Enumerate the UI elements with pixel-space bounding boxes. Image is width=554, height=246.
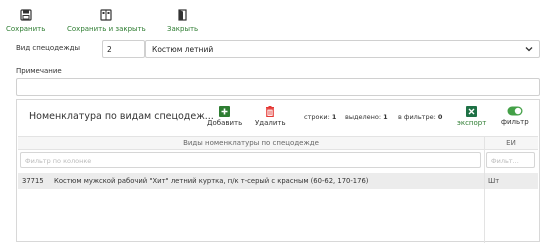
export-button[interactable]: экспорт [457, 106, 486, 127]
save-label: Сохранить [6, 25, 46, 33]
note-field[interactable] [16, 78, 540, 96]
table-row[interactable]: 37715 Костюм мужской рабочий "Хит" летни… [18, 173, 538, 189]
save-button[interactable]: Сохранить [6, 9, 45, 33]
filtered-count-status: в фильтре: 0 [398, 113, 443, 121]
filter-input-unit[interactable]: Фильт... [486, 152, 535, 168]
export-label: экспорт [457, 119, 487, 127]
save-and-close-label: Сохранить и закрыть [67, 25, 146, 33]
column-divider [484, 136, 485, 243]
row-unit: Шт [488, 177, 500, 185]
add-button[interactable]: Добавить [207, 106, 242, 127]
grid-header: Виды номенклатуры по спецодежде ЕИ [18, 136, 538, 150]
close-button[interactable]: Закрыть [167, 9, 198, 33]
rows-count-status: строки: 1 [304, 113, 337, 121]
door-close-icon [177, 9, 187, 21]
save-and-close-button[interactable]: Сохранить и закрыть [67, 9, 146, 33]
workwear-type-label: Вид спецодежды [16, 44, 81, 52]
filter-input-nomenclature[interactable]: Фильтр по колонке [20, 152, 481, 168]
excel-icon [466, 106, 478, 117]
note-label: Примечание [16, 67, 62, 75]
filter-label: фильтр [501, 118, 529, 126]
plus-icon [219, 106, 231, 117]
panel-header: Номенклатура по видам спецодеж... Добави… [17, 100, 539, 134]
workwear-type-value: Костюм летний [152, 45, 214, 54]
filter-row: Фильтр по колонке Фильт... [18, 151, 538, 171]
nomenclature-panel: Номенклатура по видам спецодеж... Добави… [16, 99, 540, 243]
floppy-disk-icon [20, 9, 32, 21]
chevron-down-icon[interactable] [524, 44, 534, 54]
workwear-type-row: Вид спецодежды 2 Костюм летний [16, 40, 540, 58]
row-name: Костюм мужской рабочий "Хит" летний курт… [54, 177, 369, 185]
column-header-nomenclature[interactable]: Виды номенклатуры по спецодежде [18, 139, 484, 147]
trash-icon [266, 106, 275, 117]
toggle-switch-icon [507, 106, 523, 116]
close-label: Закрыть [167, 25, 199, 33]
filter-toggle[interactable]: фильтр [501, 106, 529, 126]
delete-label: Удалить [255, 119, 286, 127]
add-label: Добавить [207, 119, 243, 127]
toolbar: Сохранить Сохранить и закрыть Закрыть [0, 0, 554, 38]
workwear-type-code-field[interactable]: 2 [102, 40, 145, 58]
row-code: 37715 [22, 177, 44, 185]
selected-count-status: выделено: 1 [345, 113, 388, 121]
save-close-icon [100, 9, 112, 21]
delete-button[interactable]: Удалить [255, 106, 286, 127]
workwear-type-select[interactable]: Костюм летний [145, 40, 540, 58]
column-header-unit[interactable]: ЕИ [484, 139, 538, 147]
panel-title: Номенклатура по видам спецодеж... [29, 111, 214, 122]
